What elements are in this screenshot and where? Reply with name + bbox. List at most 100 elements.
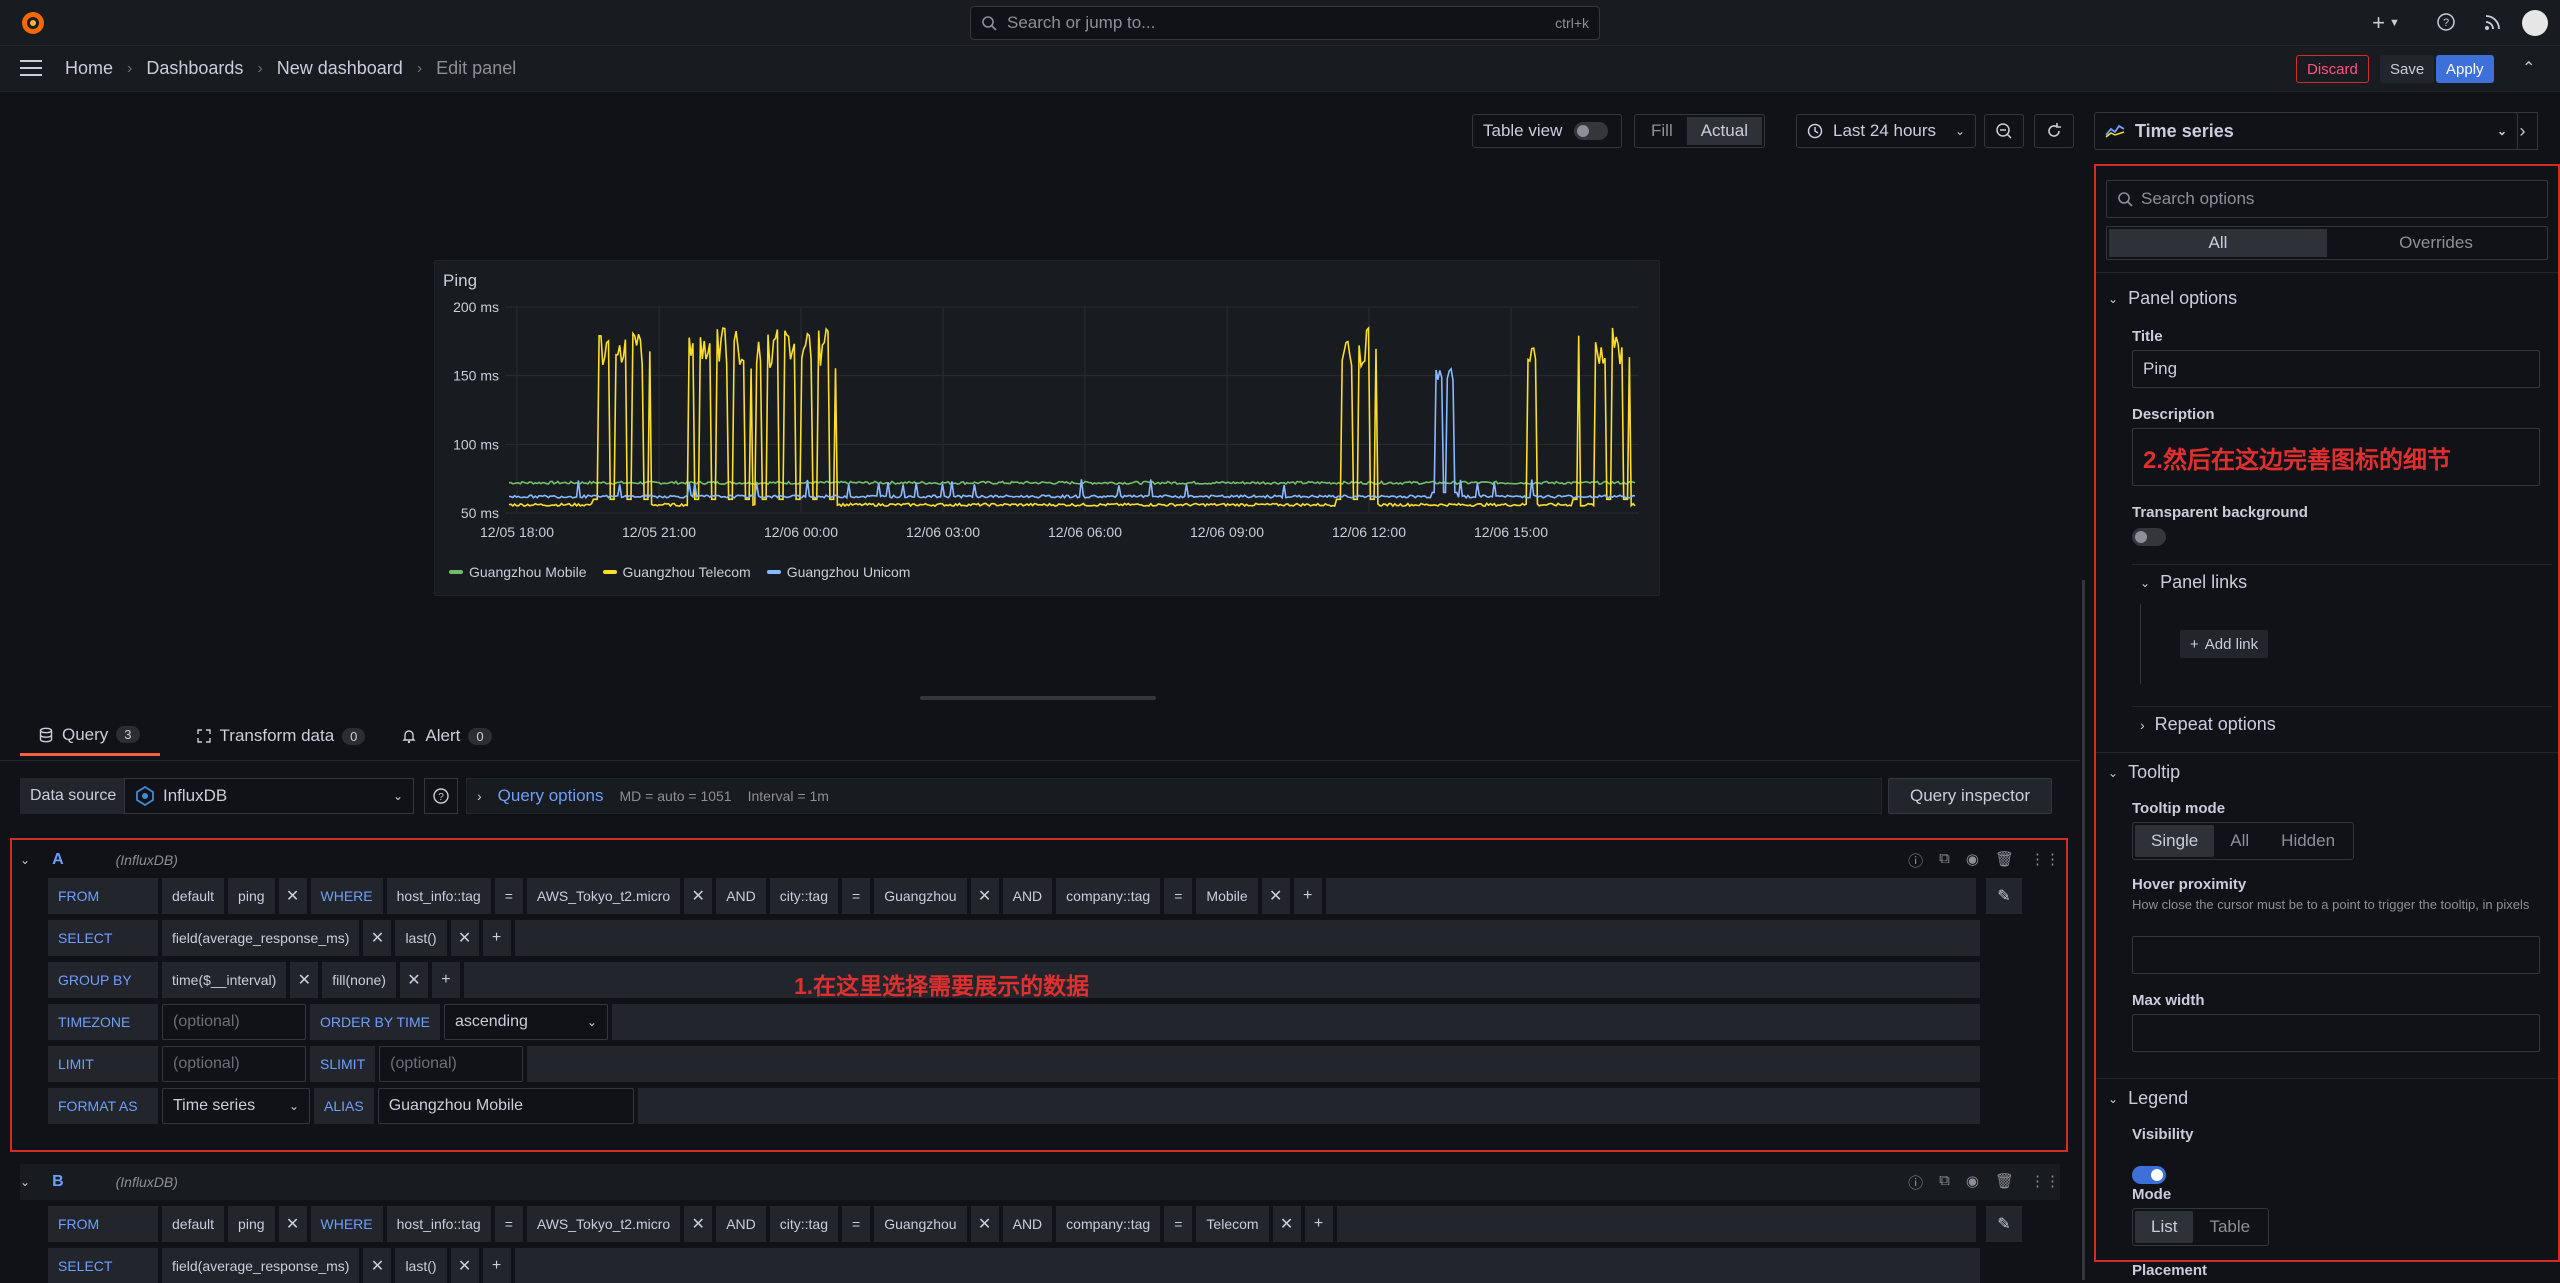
edit-raw-query-icon[interactable]: ✎ bbox=[1986, 878, 2022, 914]
select-field[interactable]: field(average_response_ms) bbox=[162, 920, 360, 956]
time-series-chart[interactable]: 200 ms 150 ms 100 ms 50 ms 12/05 18:00 12/05 … bbox=[435, 291, 1661, 561]
select-aggregation[interactable]: last() bbox=[395, 920, 447, 956]
remove-icon[interactable]: ✕ bbox=[290, 962, 319, 998]
eye-icon[interactable]: ◉ bbox=[1966, 850, 1979, 871]
remove-icon[interactable]: ✕ bbox=[684, 878, 713, 914]
time-range-picker[interactable]: Last 24 hours ⌄ bbox=[1796, 114, 1976, 148]
eye-icon[interactable]: ◉ bbox=[1966, 1172, 1979, 1193]
legend-item-mobile[interactable]: Guangzhou Mobile bbox=[449, 564, 587, 580]
where-value[interactable]: Guangzhou bbox=[874, 878, 967, 914]
add-icon[interactable]: + bbox=[482, 1248, 511, 1283]
zoom-out-button[interactable] bbox=[1984, 114, 2024, 148]
remove-icon[interactable]: ✕ bbox=[363, 1248, 392, 1283]
where-key[interactable]: city::tag bbox=[769, 878, 839, 914]
where-operator[interactable]: = bbox=[842, 878, 871, 914]
section-tooltip[interactable]: ⌄ Tooltip bbox=[2108, 762, 2180, 783]
help-icon[interactable]: ⓘ bbox=[1908, 1172, 1923, 1193]
query-options-bar[interactable]: › Query options MD = auto = 1051 Interva… bbox=[466, 778, 1882, 814]
add-new-button[interactable]: + ▼ bbox=[2366, 10, 2406, 35]
transparent-toggle[interactable] bbox=[2132, 528, 2166, 546]
slimit-input[interactable]: (optional) bbox=[379, 1046, 524, 1082]
where-operator[interactable]: = bbox=[494, 878, 523, 914]
datasource-picker[interactable]: InfluxDB ⌄ bbox=[124, 778, 414, 814]
where-key[interactable]: city::tag bbox=[769, 1206, 839, 1242]
grafana-logo-icon[interactable] bbox=[20, 10, 46, 36]
fill-option[interactable]: Fill bbox=[1637, 117, 1687, 145]
section-panel-links[interactable]: ⌄ Panel links bbox=[2140, 572, 2247, 593]
remove-icon[interactable]: ✕ bbox=[278, 878, 307, 914]
where-value[interactable]: Guangzhou bbox=[874, 1206, 967, 1242]
hover-proximity-input[interactable] bbox=[2132, 936, 2540, 974]
query-ref-id[interactable]: B bbox=[52, 1173, 64, 1191]
remove-icon[interactable]: ✕ bbox=[1261, 878, 1290, 914]
refresh-button[interactable] bbox=[2034, 114, 2074, 148]
title-input[interactable]: Ping bbox=[2132, 350, 2540, 388]
remove-icon[interactable]: ✕ bbox=[450, 920, 479, 956]
edit-raw-query-icon[interactable]: ✎ bbox=[1986, 1206, 2022, 1242]
where-value[interactable]: AWS_Tokyo_t2.micro bbox=[526, 1206, 681, 1242]
actual-option[interactable]: Actual bbox=[1686, 117, 1762, 145]
section-panel-options[interactable]: ⌄ Panel options bbox=[2108, 288, 2237, 309]
where-key[interactable]: host_info::tag bbox=[386, 1206, 491, 1242]
breadcrumb-home[interactable]: Home bbox=[65, 58, 113, 79]
user-avatar[interactable] bbox=[2522, 10, 2548, 36]
where-value[interactable]: Telecom bbox=[1196, 1206, 1269, 1242]
scrollbar[interactable] bbox=[2082, 580, 2085, 1280]
table-view-switch[interactable] bbox=[1574, 122, 1609, 140]
section-repeat-options[interactable]: › Repeat options bbox=[2140, 714, 2276, 735]
tab-overrides[interactable]: Overrides bbox=[2327, 229, 2545, 257]
table-view-toggle[interactable]: Table view bbox=[1472, 114, 1622, 148]
query-options-link[interactable]: Query options bbox=[498, 786, 604, 806]
search-input[interactable]: Search or jump to... ctrl+k bbox=[970, 6, 1600, 40]
timezone-input[interactable]: (optional) bbox=[162, 1004, 306, 1040]
add-icon[interactable]: + bbox=[1304, 1206, 1333, 1242]
tab-all[interactable]: All bbox=[2109, 229, 2327, 257]
order-by-select[interactable]: ascending ⌄ bbox=[443, 1004, 608, 1040]
where-condition[interactable]: AND bbox=[716, 878, 766, 914]
group-by-fill[interactable]: fill(none) bbox=[322, 962, 396, 998]
section-legend[interactable]: ⌄ Legend bbox=[2108, 1088, 2188, 1109]
remove-icon[interactable]: ✕ bbox=[399, 962, 428, 998]
alias-input[interactable]: Guangzhou Mobile bbox=[377, 1088, 634, 1124]
help-icon[interactable]: ⓘ bbox=[1908, 850, 1923, 871]
where-key[interactable]: company::tag bbox=[1056, 878, 1161, 914]
limit-input[interactable]: (optional) bbox=[162, 1046, 306, 1082]
collapse-chevron-icon[interactable]: ⌄ bbox=[20, 1175, 30, 1189]
where-operator[interactable]: = bbox=[1164, 1206, 1193, 1242]
add-icon[interactable]: + bbox=[1293, 878, 1322, 914]
datasource-help-button[interactable]: ? bbox=[424, 778, 458, 814]
trash-icon[interactable]: 🗑 bbox=[1995, 1172, 2014, 1193]
tab-alert[interactable]: Alert 0 bbox=[401, 716, 492, 756]
help-icon[interactable]: ? bbox=[2436, 12, 2456, 32]
query-ref-id[interactable]: A bbox=[52, 851, 64, 869]
select-field[interactable]: field(average_response_ms) bbox=[162, 1248, 360, 1283]
collapse-chevron-icon[interactable]: ⌄ bbox=[20, 853, 30, 867]
apply-button[interactable]: Apply bbox=[2436, 55, 2494, 83]
tooltip-mode-single[interactable]: Single bbox=[2135, 825, 2215, 857]
drag-handle-icon[interactable]: ⋮⋮ bbox=[2030, 850, 2060, 871]
where-key[interactable]: company::tag bbox=[1056, 1206, 1161, 1242]
trash-icon[interactable]: 🗑 bbox=[1995, 850, 2014, 871]
query-inspector-button[interactable]: Query inspector bbox=[1888, 778, 2052, 814]
tab-query[interactable]: Query 3 bbox=[20, 716, 160, 756]
where-value[interactable]: AWS_Tokyo_t2.micro bbox=[526, 878, 681, 914]
tab-transform[interactable]: Transform data 0 bbox=[196, 716, 366, 756]
legend-mode-table[interactable]: Table bbox=[2193, 1211, 2266, 1243]
from-measurement[interactable]: ping bbox=[228, 878, 275, 914]
collapse-icon[interactable]: ⌃ bbox=[2522, 58, 2535, 78]
select-aggregation[interactable]: last() bbox=[395, 1248, 447, 1283]
close-options-icon[interactable]: › bbox=[2508, 112, 2538, 150]
where-value[interactable]: Mobile bbox=[1196, 878, 1258, 914]
duplicate-icon[interactable]: ⧉ bbox=[1939, 850, 1950, 871]
where-operator[interactable]: = bbox=[494, 1206, 523, 1242]
format-as-select[interactable]: Time series ⌄ bbox=[162, 1088, 310, 1124]
breadcrumb-dashboards[interactable]: Dashboards bbox=[146, 58, 243, 79]
where-condition[interactable]: AND bbox=[1002, 878, 1053, 914]
menu-icon[interactable] bbox=[20, 60, 42, 78]
remove-icon[interactable]: ✕ bbox=[1272, 1206, 1301, 1242]
group-by-time[interactable]: time($__interval) bbox=[162, 962, 287, 998]
duplicate-icon[interactable]: ⧉ bbox=[1939, 1172, 1950, 1193]
description-input[interactable]: 2.然后在这边完善图标的细节 bbox=[2132, 428, 2540, 486]
add-icon[interactable]: + bbox=[431, 962, 460, 998]
where-key[interactable]: host_info::tag bbox=[386, 878, 491, 914]
